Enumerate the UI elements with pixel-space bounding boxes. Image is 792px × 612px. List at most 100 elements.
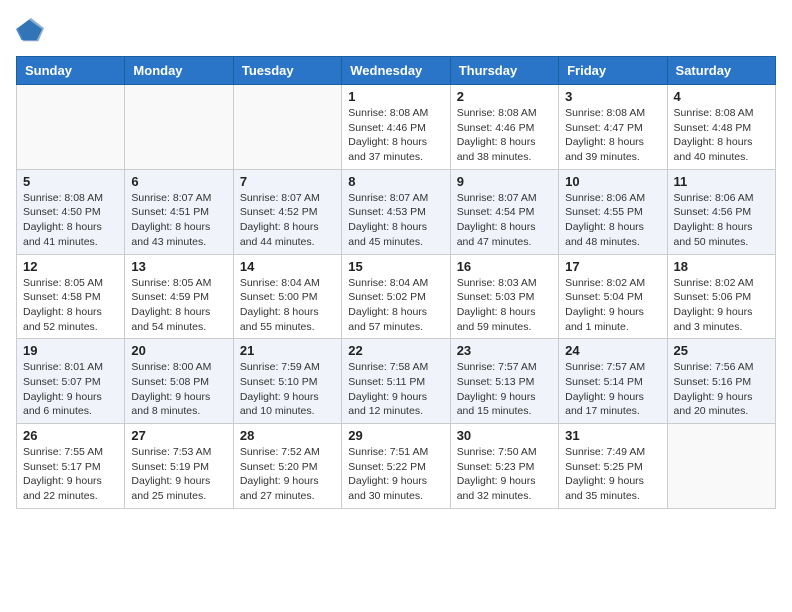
- day-info: Sunrise: 8:08 AM Sunset: 4:46 PM Dayligh…: [457, 106, 552, 165]
- day-info: Sunrise: 7:58 AM Sunset: 5:11 PM Dayligh…: [348, 360, 443, 419]
- calendar-cell: 13 Sunrise: 8:05 AM Sunset: 4:59 PM Dayli…: [125, 254, 233, 339]
- day-info: Sunrise: 8:07 AM Sunset: 4:52 PM Dayligh…: [240, 191, 335, 250]
- calendar-cell: 12 Sunrise: 8:05 AM Sunset: 4:58 PM Dayli…: [17, 254, 125, 339]
- day-number: 18: [674, 259, 769, 274]
- day-info: Sunrise: 8:03 AM Sunset: 5:03 PM Dayligh…: [457, 276, 552, 335]
- calendar-cell: [667, 424, 775, 509]
- day-info: Sunrise: 8:08 AM Sunset: 4:46 PM Dayligh…: [348, 106, 443, 165]
- day-info: Sunrise: 7:57 AM Sunset: 5:14 PM Dayligh…: [565, 360, 660, 419]
- calendar-cell: 24 Sunrise: 7:57 AM Sunset: 5:14 PM Dayli…: [559, 339, 667, 424]
- day-header-monday: Monday: [125, 57, 233, 85]
- day-number: 6: [131, 174, 226, 189]
- day-info: Sunrise: 8:08 AM Sunset: 4:48 PM Dayligh…: [674, 106, 769, 165]
- calendar-cell: 4 Sunrise: 8:08 AM Sunset: 4:48 PM Daylig…: [667, 85, 775, 170]
- day-info: Sunrise: 7:57 AM Sunset: 5:13 PM Dayligh…: [457, 360, 552, 419]
- page-header: [16, 16, 776, 44]
- day-number: 13: [131, 259, 226, 274]
- day-info: Sunrise: 8:01 AM Sunset: 5:07 PM Dayligh…: [23, 360, 118, 419]
- day-info: Sunrise: 8:07 AM Sunset: 4:53 PM Dayligh…: [348, 191, 443, 250]
- calendar-cell: 1 Sunrise: 8:08 AM Sunset: 4:46 PM Daylig…: [342, 85, 450, 170]
- day-info: Sunrise: 8:06 AM Sunset: 4:56 PM Dayligh…: [674, 191, 769, 250]
- day-info: Sunrise: 7:51 AM Sunset: 5:22 PM Dayligh…: [348, 445, 443, 504]
- day-header-wednesday: Wednesday: [342, 57, 450, 85]
- day-number: 9: [457, 174, 552, 189]
- calendar-cell: 9 Sunrise: 8:07 AM Sunset: 4:54 PM Daylig…: [450, 169, 558, 254]
- day-number: 29: [348, 428, 443, 443]
- calendar-cell: 6 Sunrise: 8:07 AM Sunset: 4:51 PM Daylig…: [125, 169, 233, 254]
- day-number: 19: [23, 343, 118, 358]
- day-number: 22: [348, 343, 443, 358]
- day-number: 26: [23, 428, 118, 443]
- day-info: Sunrise: 8:00 AM Sunset: 5:08 PM Dayligh…: [131, 360, 226, 419]
- calendar-week-row: 5 Sunrise: 8:08 AM Sunset: 4:50 PM Daylig…: [17, 169, 776, 254]
- calendar-cell: [125, 85, 233, 170]
- calendar-cell: 10 Sunrise: 8:06 AM Sunset: 4:55 PM Dayli…: [559, 169, 667, 254]
- day-info: Sunrise: 8:02 AM Sunset: 5:06 PM Dayligh…: [674, 276, 769, 335]
- day-number: 30: [457, 428, 552, 443]
- calendar-cell: 21 Sunrise: 7:59 AM Sunset: 5:10 PM Dayli…: [233, 339, 341, 424]
- calendar-cell: 18 Sunrise: 8:02 AM Sunset: 5:06 PM Dayli…: [667, 254, 775, 339]
- calendar-cell: 5 Sunrise: 8:08 AM Sunset: 4:50 PM Daylig…: [17, 169, 125, 254]
- calendar-week-row: 12 Sunrise: 8:05 AM Sunset: 4:58 PM Dayli…: [17, 254, 776, 339]
- day-number: 11: [674, 174, 769, 189]
- day-number: 4: [674, 89, 769, 104]
- day-header-tuesday: Tuesday: [233, 57, 341, 85]
- day-info: Sunrise: 7:53 AM Sunset: 5:19 PM Dayligh…: [131, 445, 226, 504]
- calendar-cell: 30 Sunrise: 7:50 AM Sunset: 5:23 PM Dayli…: [450, 424, 558, 509]
- day-info: Sunrise: 8:07 AM Sunset: 4:51 PM Dayligh…: [131, 191, 226, 250]
- day-info: Sunrise: 8:04 AM Sunset: 5:00 PM Dayligh…: [240, 276, 335, 335]
- calendar-cell: 22 Sunrise: 7:58 AM Sunset: 5:11 PM Dayli…: [342, 339, 450, 424]
- calendar-cell: 28 Sunrise: 7:52 AM Sunset: 5:20 PM Dayli…: [233, 424, 341, 509]
- calendar-week-row: 1 Sunrise: 8:08 AM Sunset: 4:46 PM Daylig…: [17, 85, 776, 170]
- calendar-cell: [17, 85, 125, 170]
- calendar-week-row: 26 Sunrise: 7:55 AM Sunset: 5:17 PM Dayli…: [17, 424, 776, 509]
- logo: [16, 16, 48, 44]
- day-number: 25: [674, 343, 769, 358]
- calendar-cell: 23 Sunrise: 7:57 AM Sunset: 5:13 PM Dayli…: [450, 339, 558, 424]
- calendar-cell: 11 Sunrise: 8:06 AM Sunset: 4:56 PM Dayli…: [667, 169, 775, 254]
- day-info: Sunrise: 8:05 AM Sunset: 4:58 PM Dayligh…: [23, 276, 118, 335]
- calendar-cell: 8Sunrise: 8:07 AM Sunset: 4:53 PM Daylig…: [342, 169, 450, 254]
- day-number: 1: [348, 89, 443, 104]
- day-info: Sunrise: 7:59 AM Sunset: 5:10 PM Dayligh…: [240, 360, 335, 419]
- day-number: 23: [457, 343, 552, 358]
- day-info: Sunrise: 7:50 AM Sunset: 5:23 PM Dayligh…: [457, 445, 552, 504]
- calendar-cell: 25Sunrise: 7:56 AM Sunset: 5:16 PM Dayli…: [667, 339, 775, 424]
- day-info: Sunrise: 8:07 AM Sunset: 4:54 PM Dayligh…: [457, 191, 552, 250]
- day-number: 27: [131, 428, 226, 443]
- day-header-thursday: Thursday: [450, 57, 558, 85]
- calendar-cell: 7 Sunrise: 8:07 AM Sunset: 4:52 PM Daylig…: [233, 169, 341, 254]
- day-info: Sunrise: 8:04 AM Sunset: 5:02 PM Dayligh…: [348, 276, 443, 335]
- day-number: 14: [240, 259, 335, 274]
- day-info: Sunrise: 7:52 AM Sunset: 5:20 PM Dayligh…: [240, 445, 335, 504]
- day-info: Sunrise: 8:02 AM Sunset: 5:04 PM Dayligh…: [565, 276, 660, 335]
- calendar-cell: 19 Sunrise: 8:01 AM Sunset: 5:07 PM Dayli…: [17, 339, 125, 424]
- day-number: 15: [348, 259, 443, 274]
- day-number: 3: [565, 89, 660, 104]
- day-header-sunday: Sunday: [17, 57, 125, 85]
- day-number: 21: [240, 343, 335, 358]
- day-info: Sunrise: 8:06 AM Sunset: 4:55 PM Dayligh…: [565, 191, 660, 250]
- day-number: 7: [240, 174, 335, 189]
- calendar-cell: 26 Sunrise: 7:55 AM Sunset: 5:17 PM Dayli…: [17, 424, 125, 509]
- calendar-cell: 15 Sunrise: 8:04 AM Sunset: 5:02 PM Dayli…: [342, 254, 450, 339]
- calendar-cell: 3 Sunrise: 8:08 AM Sunset: 4:47 PM Daylig…: [559, 85, 667, 170]
- day-number: 12: [23, 259, 118, 274]
- day-info: Sunrise: 8:05 AM Sunset: 4:59 PM Dayligh…: [131, 276, 226, 335]
- day-number: 24: [565, 343, 660, 358]
- day-number: 10: [565, 174, 660, 189]
- day-number: 28: [240, 428, 335, 443]
- calendar-cell: 2Sunrise: 8:08 AM Sunset: 4:46 PM Daylig…: [450, 85, 558, 170]
- day-info: Sunrise: 8:08 AM Sunset: 4:50 PM Dayligh…: [23, 191, 118, 250]
- day-header-friday: Friday: [559, 57, 667, 85]
- logo-icon: [16, 16, 44, 44]
- calendar-cell: 31Sunrise: 7:49 AM Sunset: 5:25 PM Dayli…: [559, 424, 667, 509]
- calendar-week-row: 19 Sunrise: 8:01 AM Sunset: 5:07 PM Dayli…: [17, 339, 776, 424]
- calendar-cell: 27 Sunrise: 7:53 AM Sunset: 5:19 PM Dayli…: [125, 424, 233, 509]
- day-info: Sunrise: 8:08 AM Sunset: 4:47 PM Dayligh…: [565, 106, 660, 165]
- day-number: 5: [23, 174, 118, 189]
- calendar-header-row: SundayMondayTuesdayWednesdayThursdayFrid…: [17, 57, 776, 85]
- day-number: 31: [565, 428, 660, 443]
- day-info: Sunrise: 7:55 AM Sunset: 5:17 PM Dayligh…: [23, 445, 118, 504]
- day-number: 20: [131, 343, 226, 358]
